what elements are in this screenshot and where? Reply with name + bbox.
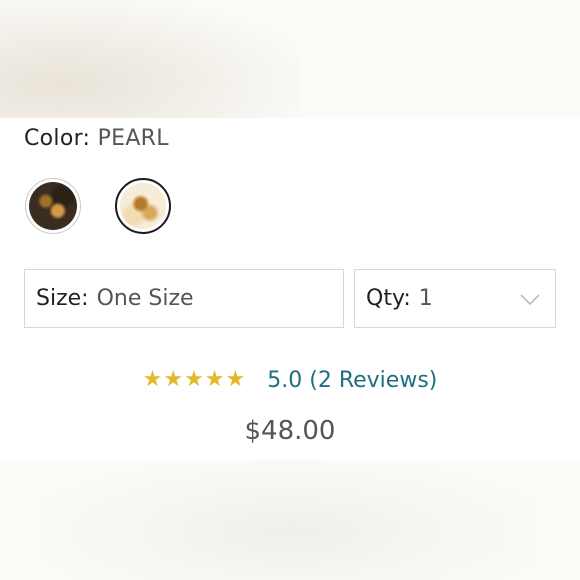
size-select[interactable]: Size: One Size [24,269,344,328]
color-swatch-pearl[interactable] [115,178,171,234]
reviews-link[interactable]: 5.0 (2 Reviews) [267,368,437,393]
color-value: PEARL [97,126,169,151]
quantity-value: 1 [418,286,433,311]
quantity-select[interactable]: Qty: 1 [354,269,556,328]
star-rating-icon: ★★★★★ [142,367,247,392]
chevron-down-icon [520,294,540,306]
swatch-image [29,182,77,230]
size-label: Size: [36,286,89,311]
product-image-top [0,0,300,120]
rating-row: ★★★★★ 5.0 (2 Reviews) [0,367,580,393]
product-price: $48.00 [244,416,336,446]
quantity-label: Qty: [366,286,411,311]
color-selection-label: Color: PEARL [24,126,169,151]
color-label: Color: [24,126,91,151]
color-swatch-black[interactable] [25,178,81,234]
swatch-image [120,183,166,229]
product-image-bottom [40,460,540,580]
size-value: One Size [96,286,194,311]
